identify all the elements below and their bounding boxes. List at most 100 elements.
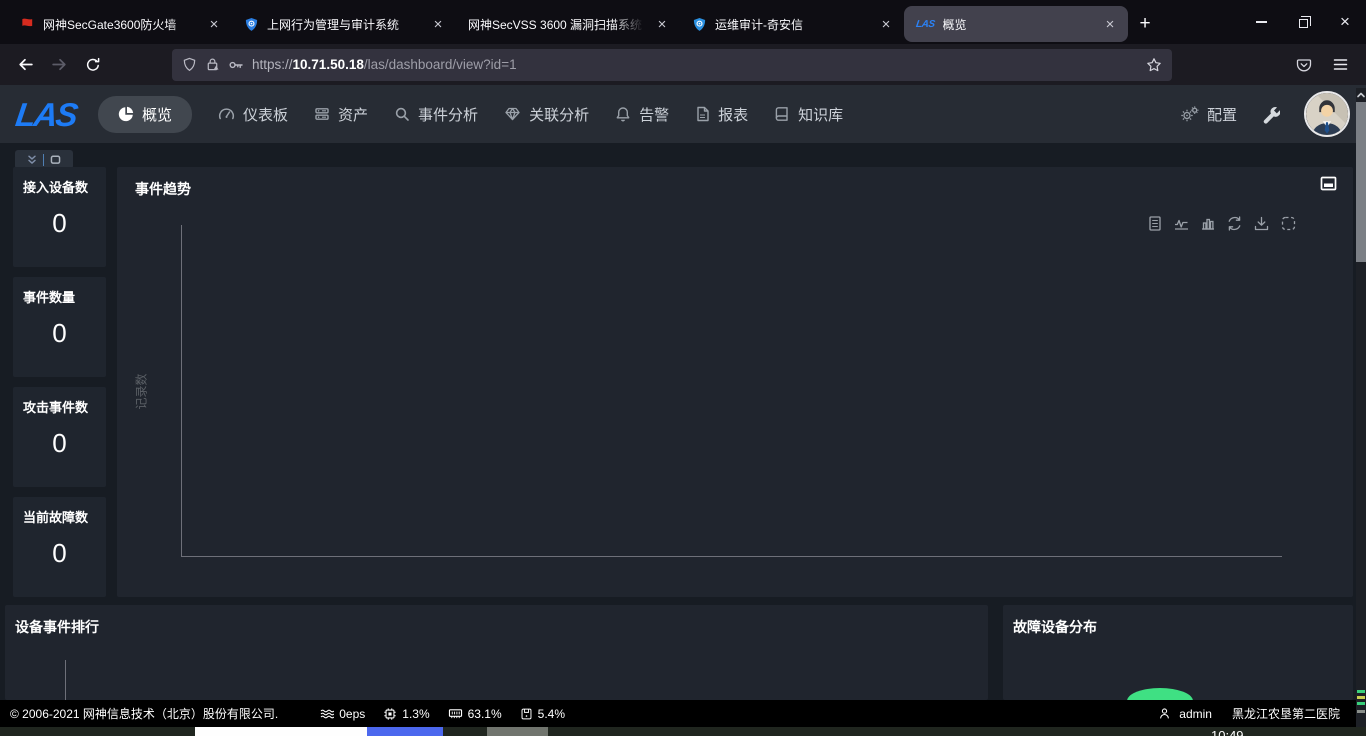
scroll-up-arrow-icon[interactable] <box>1356 90 1366 100</box>
las-logo-icon: LAS <box>915 19 935 30</box>
taskbar-app-button[interactable] <box>487 727 548 736</box>
app-footer: © 2006-2021 网神信息技术（北京）股份有限公司. 0eps 1.3% … <box>0 700 1366 727</box>
stat-card-devices: 接入设备数 0 <box>13 167 106 267</box>
window-close-button[interactable]: × <box>1324 0 1366 44</box>
taskbar-app-button-active[interactable] <box>367 727 443 736</box>
panel-title: 故障设备分布 <box>1013 617 1097 637</box>
stat-value: 0 <box>13 318 106 349</box>
restore-icon[interactable] <box>1226 215 1243 232</box>
save-image-download-icon[interactable] <box>1253 215 1270 232</box>
cpu-value: 1.3% <box>402 707 429 721</box>
cpu-metric: 1.3% <box>383 707 429 721</box>
blue-shield-icon <box>692 17 707 32</box>
nav-item-dashboard[interactable]: 仪表板 <box>218 104 288 125</box>
pocket-button[interactable] <box>1286 49 1322 81</box>
throughput-waves-icon <box>320 708 334 720</box>
eps-value: 0eps <box>339 707 365 721</box>
reload-button[interactable] <box>76 49 110 81</box>
forward-arrow-icon <box>51 56 68 73</box>
scrollbar-thumb[interactable] <box>1356 102 1366 262</box>
user-person-icon <box>1158 707 1171 720</box>
report-file-icon <box>695 106 710 122</box>
book-icon <box>774 106 790 122</box>
url-host: 10.71.50.18 <box>293 57 364 72</box>
tab-secvss[interactable]: 网神SecVSS 3600 漏洞扫描系统 V3 × <box>456 6 680 42</box>
menu-button[interactable] <box>1322 49 1358 81</box>
user-avatar[interactable] <box>1304 91 1350 137</box>
url-text[interactable]: https://10.71.50.18/las/dashboard/view?i… <box>252 57 1138 72</box>
wrench-icon[interactable] <box>1261 105 1280 124</box>
pocket-icon <box>1296 57 1312 73</box>
stat-label: 接入设备数 <box>13 167 106 196</box>
gears-icon <box>1180 106 1199 122</box>
disk-metric: 5.4% <box>520 707 565 721</box>
back-button[interactable] <box>8 49 42 81</box>
stat-label: 攻击事件数 <box>13 387 106 416</box>
lock-warning-icon[interactable] <box>205 57 220 72</box>
data-view-icon[interactable] <box>1147 215 1163 232</box>
collapse-double-chevron-icon[interactable] <box>26 154 38 166</box>
nav-item-reports[interactable]: 报表 <box>695 104 748 125</box>
nav-item-assets[interactable]: 资产 <box>314 104 368 125</box>
pie-chart-icon <box>118 106 134 122</box>
url-scheme: https:// <box>252 57 293 72</box>
url-bar[interactable]: https://10.71.50.18/las/dashboard/view?i… <box>172 49 1172 81</box>
server-icon <box>314 106 330 122</box>
device-event-rank-panel: 设备事件排行 <box>5 605 988 700</box>
hamburger-menu-icon <box>1333 58 1348 71</box>
copyright-text: © 2006-2021 网神信息技术（北京）股份有限公司. <box>10 705 278 722</box>
stat-card-events: 事件数量 0 <box>13 277 106 377</box>
blue-shield-icon <box>244 17 259 32</box>
page-scrollbar[interactable] <box>1356 88 1366 727</box>
taskbar-clock: 10:49 <box>1211 728 1244 736</box>
nav-item-config[interactable]: 配置 <box>1180 104 1237 125</box>
las-logo[interactable]: LAS <box>14 98 79 131</box>
panel-maximize-icon[interactable] <box>1320 176 1337 191</box>
tab-audit-system[interactable]: 上网行为管理与审计系统 × <box>232 6 456 42</box>
tracking-shield-icon[interactable] <box>182 57 197 72</box>
bar-chart-toggle-icon[interactable] <box>1200 215 1216 232</box>
stat-card-attacks: 攻击事件数 0 <box>13 387 106 487</box>
logged-in-user[interactable]: admin <box>1179 707 1212 721</box>
nav-item-overview[interactable]: 概览 <box>98 96 192 133</box>
tab-close-icon[interactable]: × <box>652 14 672 34</box>
nav-item-alerts[interactable]: 告警 <box>615 104 669 125</box>
nav-item-correlation[interactable]: 关联分析 <box>504 104 589 125</box>
tab-ops-audit[interactable]: 运维审计-奇安信 × <box>680 6 904 42</box>
tab-title: 上网行为管理与审计系统 <box>267 16 420 33</box>
browser-toolbar: https://10.71.50.18/las/dashboard/view?i… <box>0 44 1366 85</box>
system-metrics: 0eps 1.3% 63.1% 5.4% <box>320 707 565 721</box>
bookmark-star-icon[interactable] <box>1146 57 1162 73</box>
tab-title: 网神SecVSS 3600 漏洞扫描系统 V3 <box>468 16 644 33</box>
fault-device-distribution-panel: 故障设备分布 <box>1003 605 1353 700</box>
forward-button[interactable] <box>42 49 76 81</box>
chip-separator <box>43 154 44 166</box>
scrollbar-mark <box>1357 710 1365 713</box>
tab-close-icon[interactable]: × <box>204 14 224 34</box>
window-layout-icon[interactable] <box>49 153 62 166</box>
taskbar-app-button[interactable] <box>195 727 367 736</box>
nav-items: 概览 仪表板 资产 事件分析 关联分析 <box>98 96 843 133</box>
window-minimize-button[interactable] <box>1240 0 1282 44</box>
tab-close-icon[interactable]: × <box>1100 14 1120 34</box>
nav-item-event-analysis[interactable]: 事件分析 <box>394 104 478 125</box>
tab-overview-active[interactable]: LAS 概览 × <box>904 6 1128 42</box>
window-controls: × <box>1240 0 1366 44</box>
bell-icon <box>615 106 631 122</box>
line-chart-toggle-icon[interactable] <box>1173 215 1190 232</box>
nav-item-knowledge[interactable]: 知识库 <box>774 104 843 125</box>
search-icon <box>394 106 410 122</box>
tab-close-icon[interactable]: × <box>428 14 448 34</box>
memory-value: 63.1% <box>468 707 502 721</box>
back-arrow-icon <box>17 56 34 73</box>
new-tab-button[interactable]: + <box>1128 7 1162 41</box>
tab-close-icon[interactable]: × <box>876 14 896 34</box>
cpu-icon <box>383 707 397 721</box>
tab-secgate[interactable]: 网神SecGate3600防火墙 × <box>8 6 232 42</box>
data-zoom-select-icon[interactable] <box>1280 215 1297 232</box>
y-axis-label: 记录数 <box>133 362 150 422</box>
browser-tab-bar: 网神SecGate3600防火墙 × 上网行为管理与审计系统 × 网神SecVS… <box>0 0 1366 44</box>
key-icon[interactable] <box>228 57 244 73</box>
y-axis-line <box>181 225 182 557</box>
window-restore-button[interactable] <box>1282 0 1324 44</box>
